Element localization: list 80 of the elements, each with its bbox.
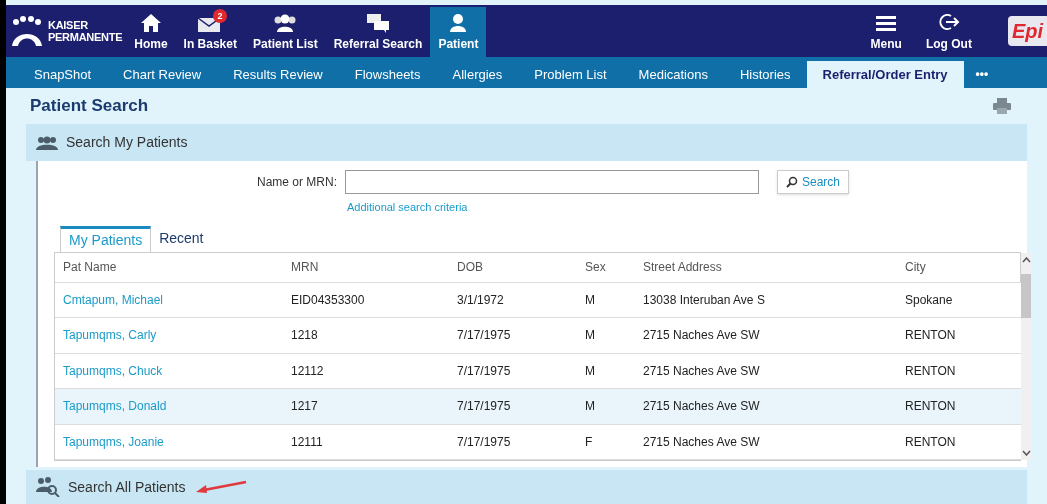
logo-icon xyxy=(10,14,44,49)
activity-tab[interactable]: Flowsheets xyxy=(338,60,437,88)
person-icon xyxy=(448,13,469,34)
activity-tab[interactable]: Chart Review xyxy=(107,60,218,88)
table-cell-text: M xyxy=(584,398,596,416)
section-header[interactable]: Search All Patients xyxy=(26,470,1027,504)
search-button[interactable]: Search xyxy=(777,170,850,194)
nav-button[interactable]: Home xyxy=(126,7,176,58)
logo-text: PERMANENTE xyxy=(48,31,123,44)
table-cell-text: 7/17/1975 xyxy=(456,433,512,451)
table-cell-text: RENTON xyxy=(904,327,957,345)
notification-badge: 2 xyxy=(212,9,227,24)
search-icon xyxy=(786,176,798,188)
activity-tab[interactable]: Histories xyxy=(723,60,807,88)
table-cell-text: 13038 Interuban Ave S xyxy=(642,291,766,309)
more-button[interactable]: ••• xyxy=(963,60,1001,88)
table-cell-text: 2715 Naches Ave SW xyxy=(642,327,761,345)
section-header[interactable]: Search My Patients xyxy=(26,124,1027,161)
logout-icon xyxy=(937,13,960,32)
table-cell-text: 1217 xyxy=(290,398,319,416)
section-title: Search My Patients xyxy=(66,133,188,152)
page-title: Patient Search xyxy=(30,95,149,118)
table-cell-text: 2715 Naches Ave SW xyxy=(642,398,761,416)
table-cell-text: 12111 xyxy=(290,433,324,451)
table-row[interactable]: Cmtapum, Michael EID04353300 3/1/1972 M 13038 Interuban Ave S Spokane xyxy=(55,282,1021,318)
chevron-down-icon xyxy=(1021,450,1031,456)
people-search-icon xyxy=(36,477,60,497)
table-cell-text: M xyxy=(584,362,596,380)
table-cell-text: F xyxy=(584,433,594,451)
printer-icon[interactable] xyxy=(993,97,1011,114)
column-header[interactable]: City xyxy=(897,258,1021,276)
table-cell-text: 7/17/1975 xyxy=(456,327,512,345)
table-cell-text: RENTON xyxy=(904,398,957,416)
table-cell-text: 2715 Naches Ave SW xyxy=(642,433,761,451)
activity-tab[interactable]: Allergies xyxy=(436,60,519,88)
list-tab[interactable]: Recent xyxy=(151,225,212,252)
table-row[interactable]: Tapumqms, Donald 1217 7/17/1975 M 2715 Naches Ave SW RENTON xyxy=(55,389,1021,425)
table-row[interactable]: Tapumqms, Joanie 12111 7/17/1975 F 2715 Naches Ave SW RENTON xyxy=(55,424,1021,460)
table-cell-text: 3/1/1972 xyxy=(456,291,505,309)
nav-button[interactable]: Referral Search xyxy=(325,7,431,58)
scrollbar-thumb[interactable] xyxy=(1021,274,1031,319)
activity-tab[interactable]: Medications xyxy=(622,60,724,88)
brand-logo: Epi xyxy=(1007,16,1047,47)
nav-button[interactable]: Patient xyxy=(430,7,487,58)
chevron-up-icon xyxy=(1021,256,1031,263)
chat-bubbles-icon xyxy=(366,13,390,34)
activity-tab[interactable]: Referral/Order Entry xyxy=(806,60,964,88)
nav-button[interactable]: In Basket 2 xyxy=(175,7,245,58)
table-cell-text: Spokane xyxy=(904,291,954,309)
people-icon xyxy=(36,135,58,150)
menu-icon xyxy=(876,15,897,32)
column-header[interactable]: MRN xyxy=(283,258,449,276)
table-cell-text: M xyxy=(584,291,596,309)
house-icon xyxy=(139,13,162,34)
logo-text: KAISER xyxy=(48,19,89,32)
field-label: Name or MRN: xyxy=(257,174,337,191)
table-row[interactable]: Tapumqms, Chuck 12112 7/17/1975 M 2715 Naches Ave SW RENTON xyxy=(55,353,1021,389)
name-mrn-field[interactable] xyxy=(345,170,759,194)
column-header[interactable]: Pat Name xyxy=(55,258,283,276)
nav-button[interactable]: Log Out xyxy=(913,7,984,58)
table-cell-text: 2715 Naches Ave SW xyxy=(642,362,761,380)
column-header[interactable]: Street Address xyxy=(635,258,897,276)
column-header[interactable]: Sex xyxy=(577,258,635,276)
table-cell-text: RENTON xyxy=(904,362,957,380)
table-cell-text: 12112 xyxy=(290,362,325,380)
column-header[interactable]: DOB xyxy=(449,258,577,276)
table-cell-text: M xyxy=(584,327,596,345)
table-cell-text: RENTON xyxy=(904,433,957,451)
table-cell-text: 7/17/1975 xyxy=(456,362,512,380)
table-cell-text: EID04353300 xyxy=(290,291,366,309)
table-cell-text: 7/17/1975 xyxy=(456,398,512,416)
nav-button[interactable]: Patient List xyxy=(244,7,326,58)
table-cell-text: 1218 xyxy=(290,327,319,345)
table-row[interactable]: Tapumqms, Carly 1218 7/17/1975 M 2715 Naches Ave SW RENTON xyxy=(55,318,1021,354)
section-title: Search All Patients xyxy=(68,477,186,497)
activity-tab[interactable]: Results Review xyxy=(217,60,339,88)
activity-tab[interactable]: SnapShot xyxy=(18,60,108,88)
activity-tab[interactable]: Problem List xyxy=(518,60,623,88)
nav-button[interactable]: Menu xyxy=(858,7,914,58)
scrollbar[interactable] xyxy=(1021,252,1031,460)
